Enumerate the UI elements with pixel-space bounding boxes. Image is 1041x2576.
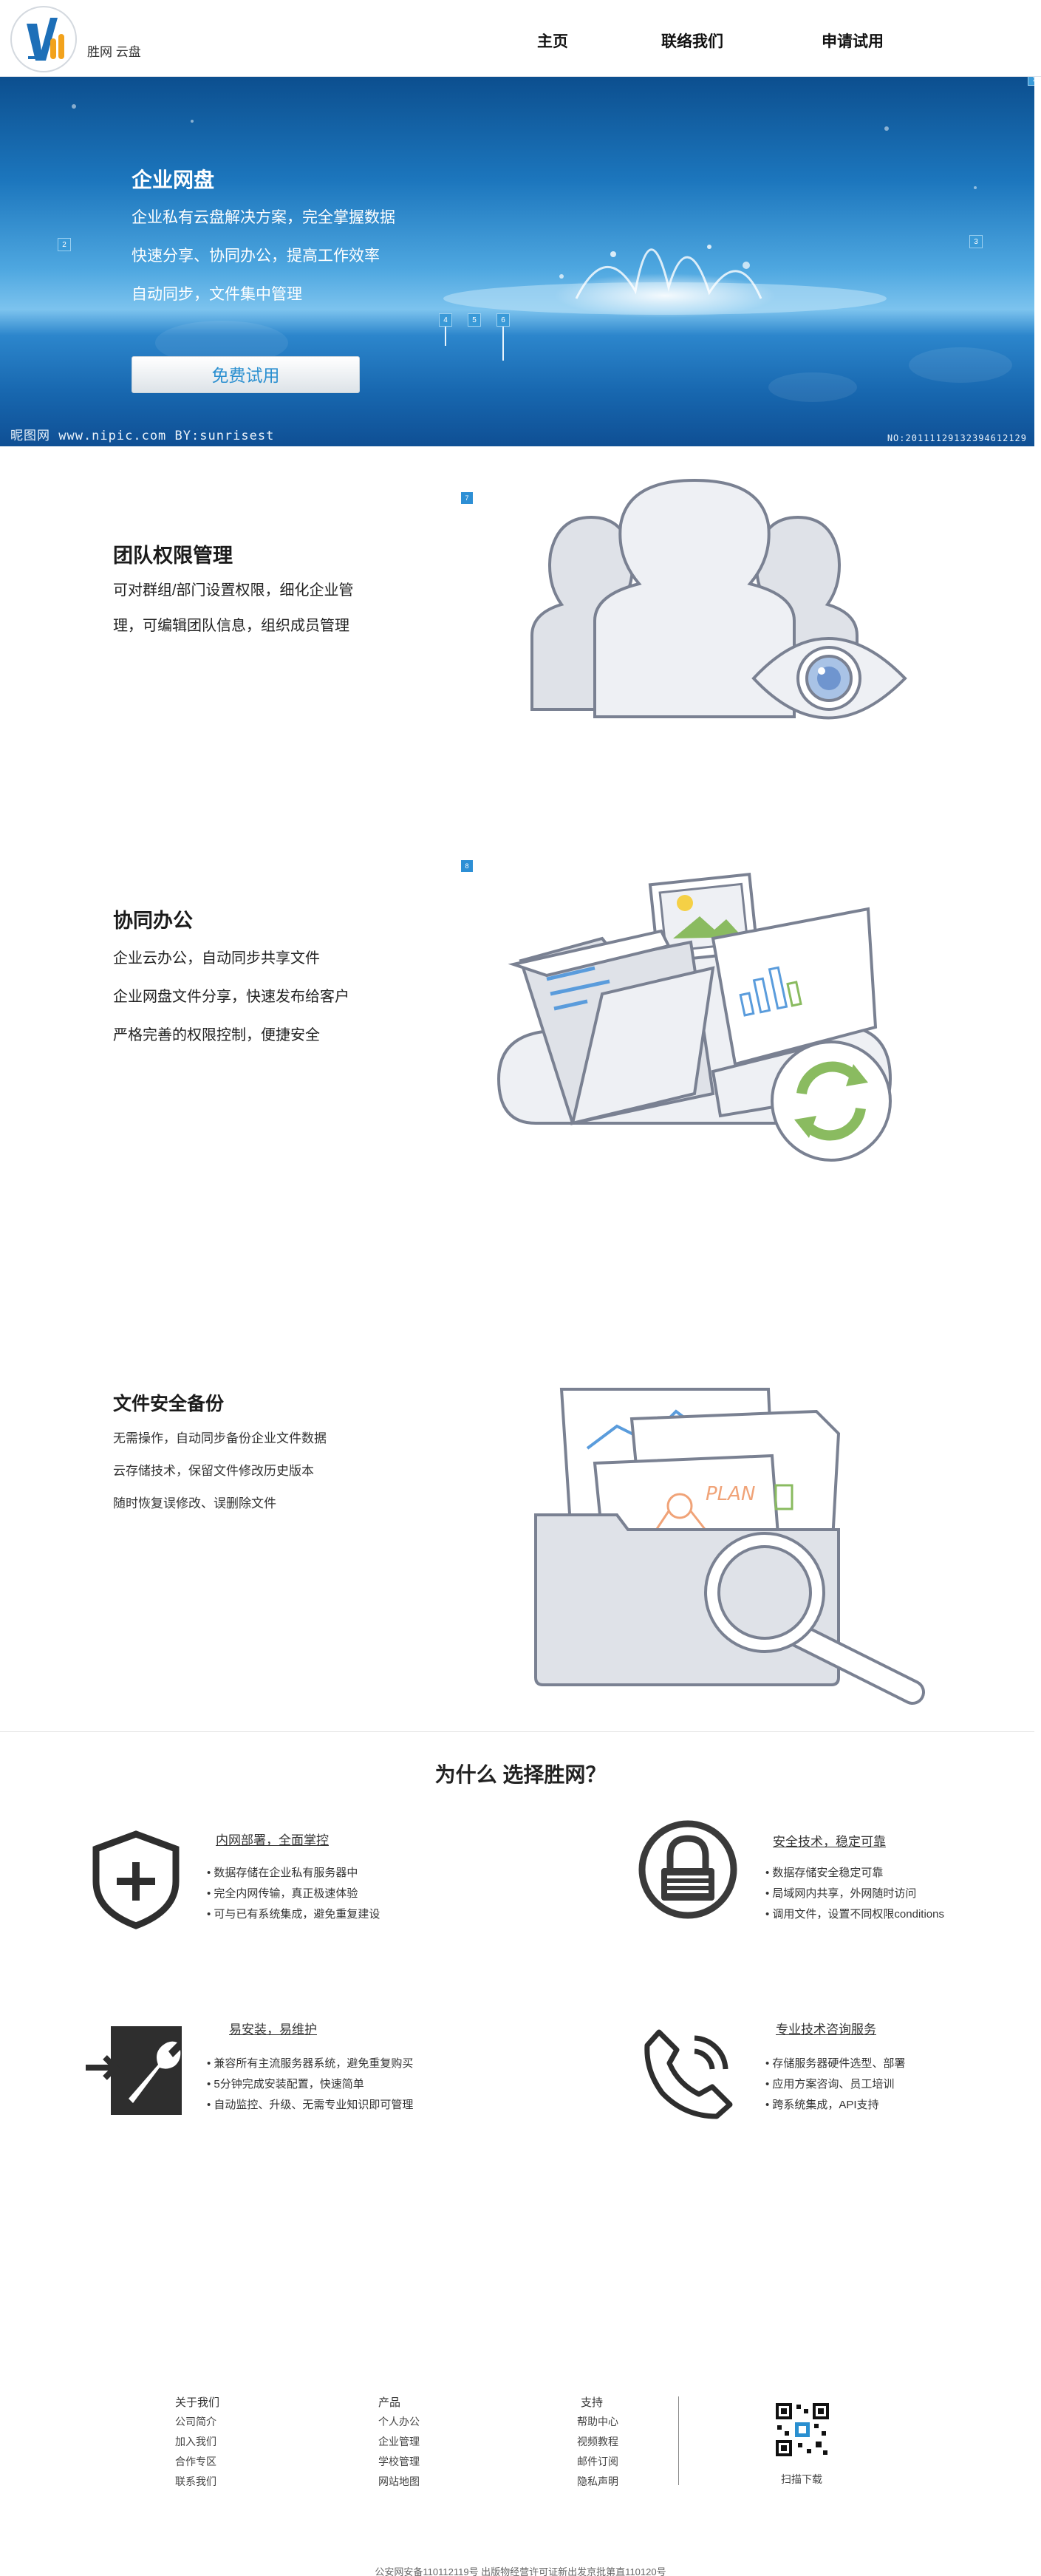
footer-link[interactable]: 网站地图: [378, 2474, 420, 2489]
footer-link[interactable]: 联系我们: [175, 2474, 216, 2489]
marker-pin: [445, 327, 446, 346]
slide-dot-4[interactable]: 4: [439, 313, 452, 327]
nav-home[interactable]: 主页: [537, 30, 568, 52]
footer-link[interactable]: 视频教程: [577, 2434, 618, 2449]
why-title: 为什么 选择胜网？: [434, 1763, 607, 1786]
why-head-intranet[interactable]: 内网部署，全面掌控: [216, 1830, 329, 1848]
marker-1[interactable]: 1: [1028, 77, 1034, 86]
why-item: • 5分钟完成安装配置，快速简单: [207, 2078, 364, 2091]
phone-icon: [644, 2029, 733, 2119]
feature-backup-line-3: 随时恢复误修改、误删除文件: [113, 1496, 276, 1510]
feature-backup-line-1: 无需操作，自动同步备份企业文件数据: [113, 1431, 327, 1445]
feature-team-line-1: 可对群组/部门设置权限，细化企业管: [113, 582, 354, 599]
footer-col-about: 关于我们: [175, 2396, 220, 2409]
banner-line-1: 企业私有云盘解决方案，完全掌握数据: [132, 209, 395, 226]
lock-icon: [638, 1820, 737, 1919]
feature-title-team: 团队权限管理: [113, 545, 233, 567]
why-item: • 兼容所有主流服务器系统，避免重复购买: [207, 2057, 414, 2070]
why-head-consulting[interactable]: 专业技术咨询服务: [776, 2019, 876, 2037]
marker-8: 8: [461, 860, 473, 872]
footer-col-product: 产品: [378, 2396, 401, 2409]
footer-link[interactable]: 公司简介: [175, 2414, 216, 2429]
file-backup-illustration: PLAN: [534, 1388, 925, 1705]
why-item: • 跨系统集成，API支持: [765, 2099, 879, 2111]
footer-link[interactable]: 个人办公: [378, 2414, 420, 2429]
why-item: • 数据存储在企业私有服务器中: [207, 1867, 358, 1879]
footer-col-support: 支持: [581, 2396, 604, 2409]
why-item: • 完全内网传输，真正极速体验: [207, 1887, 358, 1900]
footer-link[interactable]: 加入我们: [175, 2434, 216, 2449]
watermark-right: NO:20111129132394612129: [887, 433, 1027, 443]
feature-collab-line-2: 企业网盘文件分享，快速发布给客户: [113, 989, 349, 1005]
why-item: • 数据存储安全稳定可靠: [765, 1867, 884, 1879]
wrench-door-icon: [86, 2026, 182, 2115]
qr-code-icon[interactable]: [774, 2402, 830, 2458]
footer-link[interactable]: 邮件订阅: [577, 2454, 618, 2469]
footer-link[interactable]: 合作专区: [175, 2454, 216, 2469]
footer-link[interactable]: 隐私声明: [577, 2474, 618, 2489]
feature-collab-line-3: 严格完善的权限控制，便捷安全: [113, 1027, 320, 1043]
footer-divider: [678, 2396, 679, 2485]
brand-logo[interactable]: [10, 6, 77, 72]
copyright-text: 公安网安备110112119号 出版物经营许可证新出发京批第直110120号: [375, 2566, 666, 2576]
slide-dot-6[interactable]: 6: [496, 313, 510, 327]
free-trial-button[interactable]: 免费试用: [132, 356, 360, 393]
banner-line-3: 自动同步，文件集中管理: [132, 286, 302, 303]
why-item: • 自动监控、升级、无需专业知识即可管理: [207, 2099, 414, 2111]
slider-next-marker[interactable]: 3: [969, 235, 983, 248]
why-item: • 存储服务器硬件选型、部署: [765, 2057, 906, 2070]
qr-download-label: 扫描下载: [781, 2473, 822, 2485]
banner-line-2: 快速分享、协同办公，提高工作效率: [132, 248, 380, 265]
marker-7: 7: [461, 492, 473, 504]
why-head-security[interactable]: 安全技术，稳定可靠: [773, 1831, 886, 1850]
feature-team-line-2: 理，可编辑团队信息，组织成员管理: [113, 618, 349, 634]
footer-link[interactable]: 企业管理: [378, 2434, 420, 2449]
svg-text:PLAN: PLAN: [706, 1483, 755, 1505]
feature-title-collab: 协同办公: [113, 910, 193, 932]
why-item: • 调用文件，设置不同权限conditions: [765, 1908, 944, 1921]
marker-pin: [502, 327, 504, 361]
footer-link[interactable]: 帮助中心: [577, 2414, 618, 2429]
watermark-left: 昵图网 www.nipic.com BY:sunrisest: [10, 429, 275, 443]
shield-plus-icon: [92, 1830, 180, 1929]
why-item: • 可与已有系统集成，避免重复建设: [207, 1908, 380, 1921]
nav-apply-trial[interactable]: 申请试用: [822, 30, 884, 52]
feature-title-backup: 文件安全备份: [113, 1394, 225, 1414]
top-header: 胜网 云盘 主页 联络我们 申请试用: [0, 0, 1041, 77]
feature-backup-line-2: 云存储技术，保留文件修改历史版本: [113, 1464, 314, 1478]
feature-collab-line-1: 企业云办公，自动同步共享文件: [113, 950, 320, 967]
nav-contact[interactable]: 联络我们: [661, 30, 723, 52]
slide-dot-5[interactable]: 5: [468, 313, 481, 327]
brand-name: 胜网 云盘: [87, 45, 141, 59]
section-divider: [0, 1731, 1034, 1732]
collaboration-illustration: [496, 872, 892, 1162]
team-permission-illustration: [530, 478, 907, 720]
footer-link[interactable]: 学校管理: [378, 2454, 420, 2469]
page: 胜网 云盘 主页 联络我们 申请试用 企业网盘 企业私有云盘解决方案，完全掌握数…: [0, 0, 1041, 2576]
why-item: • 应用方案咨询、员工培训: [765, 2078, 895, 2091]
why-head-install[interactable]: 易安装，易维护: [229, 2019, 317, 2037]
slider-prev-marker[interactable]: 2: [58, 238, 71, 251]
banner-title: 企业网盘: [132, 168, 215, 191]
why-item: • 局域网内共享，外网随时访问: [765, 1887, 917, 1900]
hero-banner: 企业网盘 企业私有云盘解决方案，完全掌握数据 快速分享、协同办公，提高工作效率 …: [0, 77, 1034, 446]
